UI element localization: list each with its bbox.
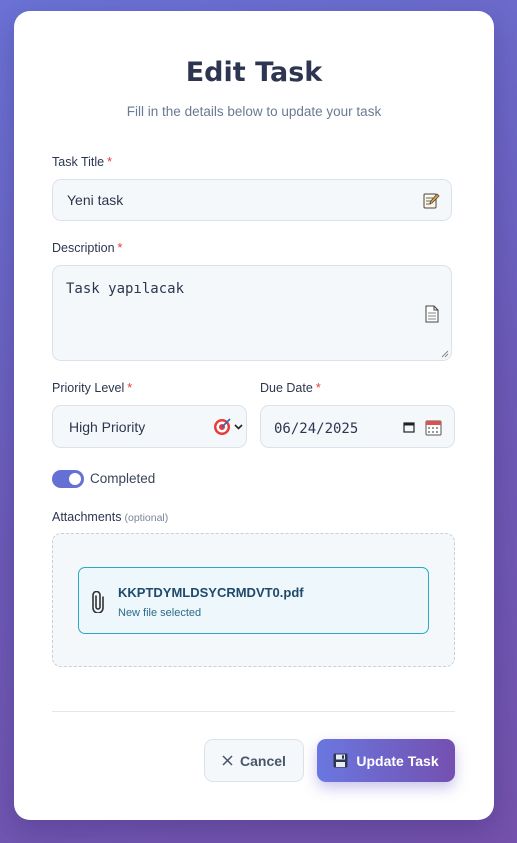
edit-task-card: Edit Task Fill in the details below to u… bbox=[14, 11, 494, 820]
completed-label: Completed bbox=[90, 471, 156, 486]
floppy-disk-icon bbox=[333, 753, 348, 768]
resize-handle-icon[interactable] bbox=[441, 350, 449, 358]
optional-hint: (optional) bbox=[124, 512, 169, 524]
attachment-dropzone[interactable]: KKPTDYMLDSYCRMDVT0.pdf New file selected bbox=[52, 533, 455, 667]
memo-icon bbox=[421, 191, 441, 211]
page-subtitle: Fill in the details below to update your… bbox=[126, 104, 382, 119]
due-date-input[interactable]: 06/24/2025 bbox=[260, 405, 455, 448]
required-marker: * bbox=[117, 241, 123, 255]
description-label: Description * bbox=[52, 241, 122, 255]
chevron-down-icon bbox=[233, 421, 243, 433]
description-value: Task yapılacak bbox=[66, 281, 185, 297]
required-marker: * bbox=[127, 381, 133, 395]
task-title-value: Yeni task bbox=[67, 192, 124, 208]
cancel-button[interactable]: Cancel bbox=[204, 739, 304, 782]
priority-select[interactable]: High Priority bbox=[52, 405, 247, 448]
required-marker: * bbox=[315, 381, 321, 395]
priority-label: Priority Level * bbox=[52, 381, 132, 395]
toggle-knob bbox=[69, 473, 81, 485]
description-label-text: Description bbox=[52, 241, 115, 255]
required-marker: * bbox=[107, 155, 112, 169]
page-title: Edit Task bbox=[185, 57, 323, 88]
update-task-button[interactable]: Update Task bbox=[317, 739, 455, 782]
attachments-label: Attachments (optional) bbox=[52, 510, 168, 524]
description-textarea[interactable]: Task yapılacak bbox=[52, 265, 452, 361]
selected-file-card[interactable]: KKPTDYMLDSYCRMDVT0.pdf New file selected bbox=[78, 567, 429, 634]
priority-value: High Priority bbox=[69, 419, 146, 435]
due-date-value: 06/24/2025 bbox=[274, 421, 359, 437]
page-icon bbox=[423, 304, 441, 324]
attachments-label-text: Attachments bbox=[52, 510, 122, 524]
task-title-input[interactable]: Yeni task bbox=[52, 179, 452, 221]
paperclip-icon bbox=[91, 590, 105, 614]
close-icon bbox=[222, 755, 233, 766]
attachment-file-name: KKPTDYMLDSYCRMDVT0.pdf bbox=[118, 585, 304, 600]
divider bbox=[52, 711, 455, 712]
update-task-button-label: Update Task bbox=[356, 752, 439, 769]
task-title-label-text: Task Title bbox=[52, 155, 105, 169]
priority-label-text: Priority Level bbox=[52, 381, 125, 395]
target-icon bbox=[212, 417, 232, 437]
task-title-label: Task Title * bbox=[52, 155, 112, 169]
attachment-file-status: New file selected bbox=[118, 607, 202, 619]
calendar-icon bbox=[424, 418, 442, 436]
date-picker-icon[interactable] bbox=[402, 420, 416, 434]
due-date-label-text: Due Date bbox=[260, 381, 313, 395]
cancel-button-label: Cancel bbox=[240, 752, 286, 769]
completed-toggle[interactable] bbox=[52, 470, 84, 488]
due-date-label: Due Date * bbox=[260, 381, 321, 395]
